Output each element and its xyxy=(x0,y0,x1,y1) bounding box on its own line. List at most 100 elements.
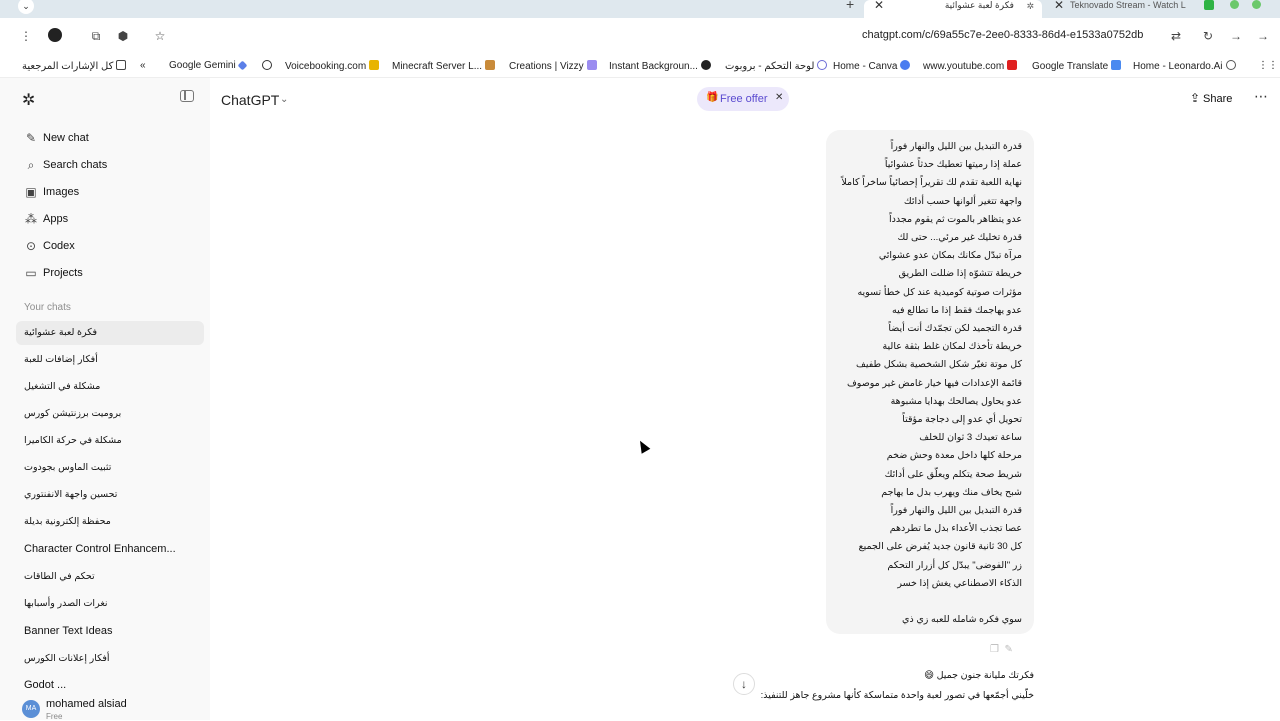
leonardo-icon xyxy=(1225,60,1236,70)
assistant-message-line: خلّيني أجمّعها في تصور لعبة واحدة متماسك… xyxy=(760,690,1034,701)
chat-history-item[interactable]: Banner Text Ideas xyxy=(16,620,204,644)
codex-icon: ⊙ xyxy=(25,239,37,253)
bookmark-item[interactable]: Google Translate xyxy=(1032,60,1124,72)
sidebar-item-search-chats[interactable]: ⌕ Search chats xyxy=(16,153,204,179)
browser-tab-active[interactable]: ✕ فكرة لعبة عشوائية ✲ xyxy=(864,0,1042,18)
user-profile-row[interactable]: MA mohamed alsiad Free xyxy=(0,692,210,721)
sidebar-item-projects[interactable]: ▭ Projects xyxy=(16,261,204,287)
probot-icon xyxy=(817,60,828,70)
edit-icon[interactable]: ✎ xyxy=(1005,644,1013,655)
user-message-line: مرآة تبدّل مكانك بمكان عدو عشوائي xyxy=(878,250,1022,262)
forward-arrow-icon[interactable]: → xyxy=(1226,26,1246,46)
menu-dots-icon[interactable]: ⋮ xyxy=(16,26,36,46)
chat-history-item[interactable]: تثبيت الماوس بجودوت xyxy=(16,456,204,480)
reload-icon[interactable]: ↻ xyxy=(1198,26,1218,46)
browser-tab[interactable]: ✕ Teknovado Stream - Watch L xyxy=(1050,0,1200,18)
sidebar-item-label: Images xyxy=(43,186,80,198)
browser-tab-title: فكرة لعبة عشوائية xyxy=(944,0,1014,10)
chat-title: بروميت برزنتيشن كورس xyxy=(24,408,122,419)
chat-history-item[interactable]: تحكم في الطاقات xyxy=(16,565,204,589)
user-message-line: ساعة تعيدك 3 ثوان للخلف xyxy=(919,432,1022,444)
user-message-line: قدرة التبديل بين الليل والنهار فوراً xyxy=(890,141,1022,152)
teknovado-favicon-icon xyxy=(1204,0,1214,10)
scroll-down-arrow-icon[interactable]: ↓ xyxy=(733,673,755,695)
user-message-line: عملة إذا رميتها تعطيك حدثاً عشوائياً xyxy=(884,159,1022,171)
bookmark-item[interactable]: Instant Backgroun... xyxy=(609,60,714,72)
free-offer-label: Free offer xyxy=(720,93,768,105)
free-offer-button[interactable]: 🎁 Free offer ✕ xyxy=(697,87,789,111)
bookmark-item[interactable]: Minecraft Server L... xyxy=(392,60,498,72)
apps-grid-icon[interactable]: ⋮⋮ xyxy=(1258,60,1278,71)
extension-icon[interactable]: ⬢ xyxy=(113,26,133,46)
chat-history-item[interactable]: فكرة لعبة عشوائية xyxy=(16,321,204,345)
new-tab-plus-icon[interactable]: + xyxy=(846,0,854,12)
bookmark-item[interactable]: Creations | Vizzy xyxy=(509,60,600,72)
back-arrow-icon[interactable]: → xyxy=(1253,26,1273,46)
more-options-icon[interactable]: ⋯ xyxy=(1254,88,1268,105)
chevron-down-icon[interactable]: ⌄ xyxy=(280,94,288,105)
user-message-line: قائمة الإعدادات فيها خيار غامض غير موصوف xyxy=(846,377,1022,389)
user-message-line: تحويل أي عدو إلى دجاجة مؤقتاً xyxy=(902,414,1022,425)
bookmark-item[interactable]: لوحة التحكم - بروبوت xyxy=(725,60,830,72)
sidebar-item-images[interactable]: ▣ Images xyxy=(16,180,204,206)
share-icon[interactable]: ⇪ xyxy=(1190,91,1200,105)
sidebar-item-apps[interactable]: ⁂ Apps xyxy=(16,207,204,233)
bookmark-label: لوحة التحكم - بروبوت xyxy=(725,61,815,72)
sidebar-item-codex[interactable]: ⊙ Codex xyxy=(16,234,204,260)
share-button[interactable]: Share xyxy=(1203,93,1232,105)
user-message-line: عدو يتظاهر بالموت ثم يقوم مجدداً xyxy=(889,213,1022,225)
chat-history-item[interactable]: تحسين واجهة الانفنتوري xyxy=(16,483,204,507)
url-field[interactable]: chatgpt.com/c/69a55c7e-2ee0-8333-86d4-e1… xyxy=(862,29,1143,41)
chat-history-item[interactable]: مشكلة في التشغيل xyxy=(16,375,204,399)
chat-history-item[interactable]: Character Control Enhancem... xyxy=(16,538,204,562)
tab-close-icon[interactable]: ✕ xyxy=(1054,0,1064,12)
chat-main: ChatGPT ⌄ 🎁 Free offer ✕ ⇪ Share ⋯ قدرة … xyxy=(210,78,1280,720)
profile-icon[interactable] xyxy=(45,26,65,46)
site-settings-icon[interactable]: ⇄ xyxy=(1166,26,1186,46)
sidebar-item-new-chat[interactable]: ✎ New chat xyxy=(16,126,204,152)
your-chats-heading: Your chats xyxy=(24,302,71,313)
chat-title: مشكلة في التشغيل xyxy=(24,381,101,392)
chat-title: Banner Text Ideas xyxy=(24,625,113,637)
extensions-puzzle-icon[interactable]: ⧉ xyxy=(86,26,106,46)
bookmark-label: Voicebooking.com xyxy=(285,61,367,72)
chat-history-item[interactable]: أفكار إعلانات الكورس xyxy=(16,647,204,671)
tab-close-icon[interactable]: ✕ xyxy=(874,0,884,12)
chat-history-item[interactable]: أفكار إضافات للعبة xyxy=(16,348,204,372)
bookmark-item[interactable]: www.youtube.com xyxy=(923,60,1020,72)
sidebar-item-label: New chat xyxy=(43,132,89,144)
bookmark-label: Home - Leonardo.Ai xyxy=(1133,61,1223,72)
user-message-line: زر "الفوضى" يبدّل كل أزرار التحكم xyxy=(887,559,1022,571)
bookmark-item[interactable]: Google Gemini xyxy=(169,60,249,71)
chat-history-item[interactable]: محفظة إلكترونية بديلة xyxy=(16,510,204,534)
bookmark-all[interactable]: كل الإشارات المرجعية xyxy=(22,60,129,72)
sidebar-item-label: Projects xyxy=(43,267,83,279)
gift-icon: 🎁 xyxy=(706,92,719,103)
edit-icon: ✎ xyxy=(25,131,37,145)
bookmark-item[interactable]: Voicebooking.com xyxy=(259,60,382,72)
window-control-icon[interactable] xyxy=(1252,0,1261,9)
bookmark-item[interactable]: Home - Canva xyxy=(833,60,913,72)
bookmark-label: كل الإشارات المرجعية xyxy=(22,61,114,72)
chat-history-item[interactable]: نغرات الصدر وأسبابها xyxy=(16,592,204,616)
user-message-line: خريطة تتشوّه إذا ضللت الطريق xyxy=(898,268,1022,280)
user-message-line: مرحلة كلها داخل معدة وحش ضخم xyxy=(886,450,1022,462)
window-control-icon[interactable] xyxy=(1230,0,1239,9)
bookmark-overflow-icon[interactable]: « xyxy=(140,60,146,71)
chat-history-item[interactable]: Godot ... xyxy=(16,674,204,688)
sidebar-toggle-icon[interactable] xyxy=(180,90,194,102)
chatgpt-logo-icon[interactable]: ✲ xyxy=(22,90,35,110)
chat-title: مشكلة في حركة الكاميرا xyxy=(24,435,122,446)
close-icon[interactable]: ✕ xyxy=(775,92,783,103)
bookmark-item[interactable]: Home - Leonardo.Ai xyxy=(1133,60,1239,72)
chat-title: أفكار إضافات للعبة xyxy=(24,354,98,365)
model-selector[interactable]: ChatGPT xyxy=(221,92,279,108)
copy-icon[interactable]: ❐ xyxy=(990,644,999,655)
chat-history-item[interactable]: مشكلة في حركة الكاميرا xyxy=(16,429,204,453)
canva-icon xyxy=(900,60,911,70)
bookmark-star-icon[interactable]: ☆ xyxy=(150,26,170,46)
chat-title: محفظة إلكترونية بديلة xyxy=(24,516,111,527)
tab-list-chevron-icon[interactable]: ⌄ xyxy=(18,0,34,14)
chat-history-item[interactable]: بروميت برزنتيشن كورس xyxy=(16,402,204,426)
user-message-line: شبح يخاف منك ويهرب بدل ما يهاجم xyxy=(881,486,1022,498)
